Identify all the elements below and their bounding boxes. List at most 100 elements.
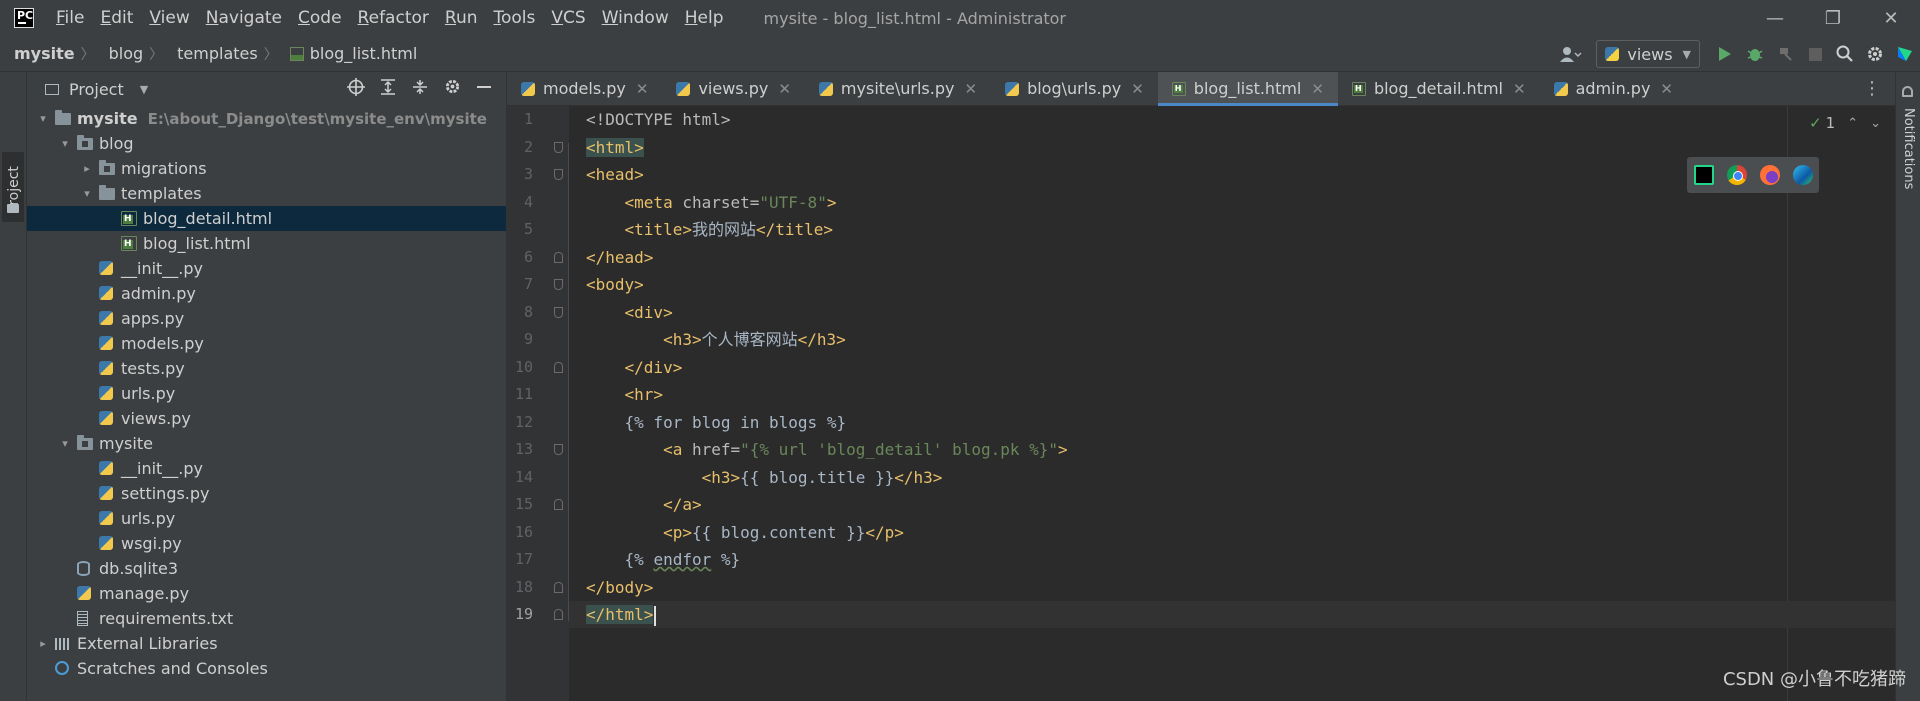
code-line[interactable]: <h3>{{ blog.title }}</h3> bbox=[586, 464, 943, 491]
menu-item-refactor[interactable]: Refactor bbox=[350, 0, 437, 36]
menu-item-navigate[interactable]: Navigate bbox=[198, 0, 290, 36]
chevron-down-icon[interactable]: ▾ bbox=[37, 106, 49, 131]
run-configuration-dropdown[interactable]: views ▼ bbox=[1596, 40, 1700, 68]
tree-item[interactable]: Scratches and Consoles bbox=[27, 656, 506, 681]
menu-item-vcs[interactable]: VCS bbox=[543, 0, 593, 36]
close-tab-icon[interactable]: ✕ bbox=[1131, 80, 1144, 98]
menu-item-code[interactable]: Code bbox=[290, 0, 350, 36]
fold-marker-icon[interactable] bbox=[554, 499, 563, 510]
menu-item-help[interactable]: Help bbox=[677, 0, 732, 36]
tree-item[interactable]: blog_list.html bbox=[27, 231, 506, 256]
fold-marker-icon[interactable] bbox=[554, 279, 563, 290]
close-tab-icon[interactable]: ✕ bbox=[964, 80, 977, 98]
editor-tab[interactable]: blog_list.html ✕ bbox=[1157, 72, 1339, 106]
tree-item[interactable]: urls.py bbox=[27, 381, 506, 406]
editor-tab[interactable]: blog_detail.html ✕ bbox=[1338, 72, 1540, 105]
menu-item-edit[interactable]: Edit bbox=[92, 0, 141, 36]
close-tab-icon[interactable]: ✕ bbox=[1311, 80, 1324, 98]
close-tab-icon[interactable]: ✕ bbox=[636, 80, 649, 98]
tree-item[interactable]: views.py bbox=[27, 406, 506, 431]
fold-marker-icon[interactable] bbox=[554, 581, 563, 593]
tree-item[interactable]: tests.py bbox=[27, 356, 506, 381]
edge-icon[interactable] bbox=[1792, 165, 1813, 185]
user-icon[interactable] bbox=[1556, 36, 1586, 72]
pycharm-browser-icon[interactable] bbox=[1693, 165, 1714, 185]
close-window-button[interactable]: ✕ bbox=[1862, 0, 1920, 36]
tree-item[interactable]: ▸ migrations bbox=[27, 156, 506, 181]
tree-item[interactable]: ▸ External Libraries bbox=[27, 631, 506, 656]
debug-button[interactable] bbox=[1740, 36, 1770, 72]
close-tab-icon[interactable]: ✕ bbox=[1513, 80, 1526, 98]
tree-item[interactable]: manage.py bbox=[27, 581, 506, 606]
fold-marker-icon[interactable] bbox=[554, 444, 563, 455]
tree-item[interactable]: ▾ mysite E:\about_Django\test\mysite_env\m… bbox=[27, 106, 506, 131]
coverage-button[interactable] bbox=[1770, 36, 1800, 72]
tree-item[interactable]: settings.py bbox=[27, 481, 506, 506]
code-line[interactable]: <div> bbox=[586, 299, 673, 326]
code-line[interactable]: <title>我的网站</title> bbox=[586, 216, 834, 243]
tree-item[interactable]: __init__.py bbox=[27, 456, 506, 481]
stop-button[interactable] bbox=[1800, 36, 1830, 72]
hide-panel-icon[interactable] bbox=[468, 79, 500, 99]
bell-icon[interactable] bbox=[1902, 86, 1913, 97]
breadcrumb-item[interactable]: templates bbox=[163, 44, 258, 63]
next-highlight-icon[interactable]: ⌄ bbox=[1870, 116, 1881, 131]
more-options-icon[interactable]: ⋮ bbox=[1863, 78, 1881, 99]
tree-item[interactable]: blog_detail.html bbox=[27, 206, 506, 231]
chevron-down-icon[interactable]: ▾ bbox=[59, 431, 71, 456]
code-line[interactable]: <meta charset="UTF-8"> bbox=[586, 189, 837, 216]
chevron-down-icon[interactable]: ▾ bbox=[59, 131, 71, 156]
chevron-down-icon[interactable]: ▼ bbox=[140, 83, 148, 96]
editor-tab[interactable]: mysite\urls.py ✕ bbox=[805, 72, 991, 105]
menu-item-window[interactable]: Window bbox=[594, 0, 677, 36]
tree-item[interactable]: ▾ blog bbox=[27, 131, 506, 156]
tree-item[interactable]: apps.py bbox=[27, 306, 506, 331]
code-line[interactable]: </html> bbox=[586, 601, 657, 628]
jetbrains-toolbox-button[interactable] bbox=[1890, 36, 1920, 72]
editor-tab[interactable]: views.py ✕ bbox=[662, 72, 804, 105]
restore-button[interactable]: ❐ bbox=[1804, 0, 1862, 36]
code-editor[interactable]: ✓ 1 ⌃ ⌄ <!DOCTYPE html> <html> <head> <met… bbox=[569, 106, 1895, 701]
minimize-button[interactable]: — bbox=[1746, 0, 1804, 36]
fold-marker-icon[interactable] bbox=[554, 169, 563, 180]
breadcrumb-item[interactable]: mysite bbox=[0, 44, 75, 63]
menu-item-tools[interactable]: Tools bbox=[486, 0, 544, 36]
tree-item[interactable]: ▾ mysite bbox=[27, 431, 506, 456]
notifications-stripe-label[interactable]: Notifications bbox=[1901, 108, 1916, 189]
code-line[interactable]: <body> bbox=[586, 271, 644, 298]
tree-item[interactable]: urls.py bbox=[27, 506, 506, 531]
breadcrumb-item[interactable]: blog bbox=[95, 44, 144, 63]
code-line[interactable]: </body> bbox=[586, 574, 653, 601]
firefox-icon[interactable] bbox=[1759, 165, 1780, 185]
code-line[interactable]: </div> bbox=[586, 354, 683, 381]
chevron-down-icon[interactable]: ▾ bbox=[81, 181, 93, 206]
inspection-widget[interactable]: ✓ 1 ⌃ ⌄ bbox=[1809, 114, 1881, 132]
code-line[interactable]: <html> bbox=[586, 134, 644, 161]
breadcrumb-item[interactable]: blog_list.html bbox=[304, 44, 418, 63]
editor-tab[interactable]: blog\urls.py ✕ bbox=[991, 72, 1158, 105]
tree-item[interactable]: ▾ templates bbox=[27, 181, 506, 206]
code-line[interactable]: {% endfor %} bbox=[586, 546, 741, 573]
locate-file-icon[interactable] bbox=[340, 77, 372, 101]
editor-tab[interactable]: admin.py ✕ bbox=[1540, 72, 1687, 105]
editor-tab[interactable]: models.py ✕ bbox=[507, 72, 662, 105]
gear-icon[interactable] bbox=[436, 78, 468, 100]
chrome-icon[interactable] bbox=[1726, 165, 1747, 185]
code-line[interactable]: <h3>个人博客网站</h3> bbox=[586, 326, 846, 353]
fold-marker-icon[interactable] bbox=[554, 361, 563, 373]
code-line[interactable]: <a href="{% url 'blog_detail' blog.pk %}… bbox=[586, 436, 1068, 463]
code-line[interactable]: </a> bbox=[586, 491, 702, 518]
expand-all-icon[interactable] bbox=[372, 78, 404, 100]
chevron-right-icon[interactable]: ▸ bbox=[81, 156, 93, 181]
chevron-right-icon[interactable]: ▸ bbox=[37, 631, 49, 656]
tree-item[interactable]: admin.py bbox=[27, 281, 506, 306]
menu-item-view[interactable]: View bbox=[141, 0, 197, 36]
code-line[interactable]: </head> bbox=[586, 244, 653, 271]
tree-item[interactable]: models.py bbox=[27, 331, 506, 356]
code-line[interactable]: <hr> bbox=[586, 381, 664, 408]
project-panel-title[interactable]: Project bbox=[69, 80, 124, 99]
tree-item[interactable]: requirements.txt bbox=[27, 606, 506, 631]
settings-button[interactable] bbox=[1860, 36, 1890, 72]
search-everywhere-button[interactable] bbox=[1830, 36, 1860, 72]
fold-marker-icon[interactable] bbox=[554, 306, 563, 318]
